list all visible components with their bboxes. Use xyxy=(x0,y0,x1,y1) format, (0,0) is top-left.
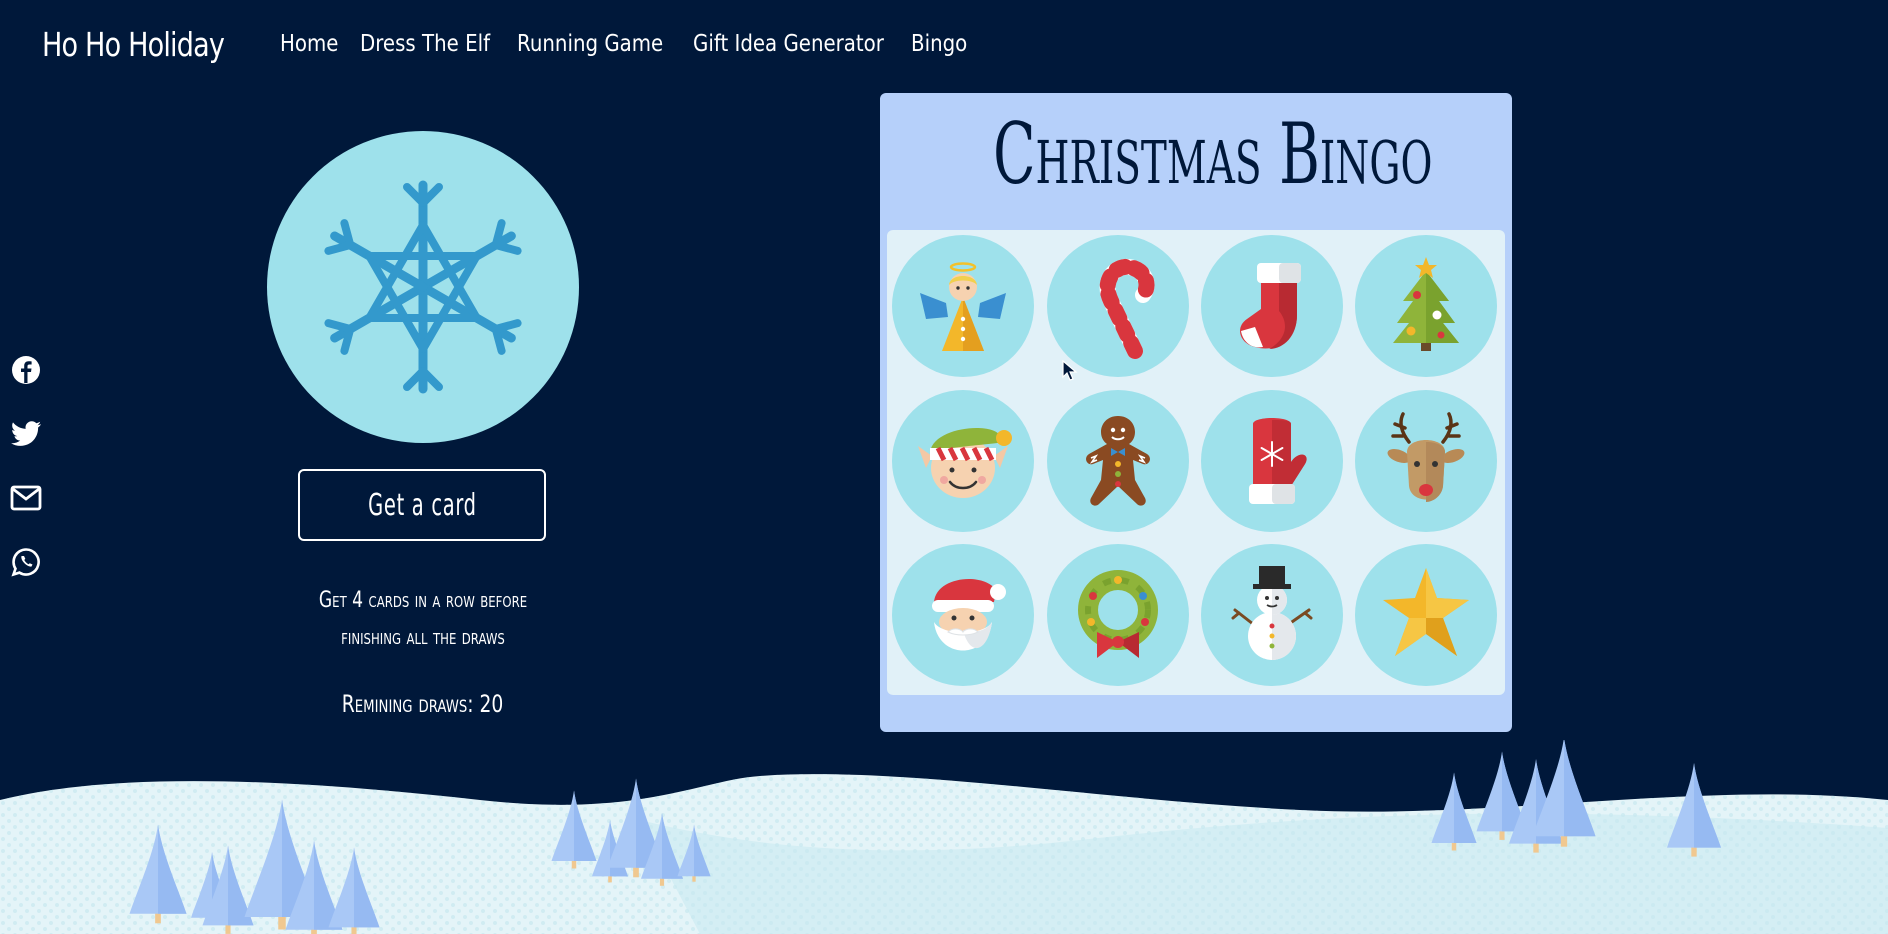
whatsapp-icon xyxy=(11,548,40,577)
nav-link-running-game[interactable]: Running Game xyxy=(517,31,663,57)
stocking-icon xyxy=(1240,263,1301,349)
nav-link-bingo[interactable]: Bingo xyxy=(911,31,967,57)
nav-link-home[interactable]: Home xyxy=(280,31,338,57)
nav-link-gift-idea-generator[interactable]: Gift Idea Generator xyxy=(693,31,884,57)
twitter-share-button[interactable] xyxy=(10,418,42,450)
twitter-icon xyxy=(11,421,42,446)
nav-link-dress-the-elf[interactable]: Dress The Elf xyxy=(360,31,490,57)
bingo-cell-star[interactable] xyxy=(1355,544,1497,686)
snowflake-icon xyxy=(313,177,533,397)
wreath-icon xyxy=(1078,570,1158,658)
bingo-grid xyxy=(887,230,1505,695)
nav-links: Home Dress The Elf Running Game Gift Ide… xyxy=(256,31,973,57)
social-share-bar xyxy=(10,354,42,610)
bingo-cell-gingerbread[interactable] xyxy=(1047,390,1189,532)
snowy-landscape xyxy=(0,740,1888,934)
mouse-cursor-icon xyxy=(1062,360,1078,381)
star-icon xyxy=(1383,568,1469,656)
facebook-share-button[interactable] xyxy=(10,354,42,386)
bingo-cell-reindeer[interactable] xyxy=(1355,390,1497,532)
get-a-card-label: Get a card xyxy=(367,487,477,523)
reindeer-icon xyxy=(1387,412,1465,502)
gingerbread-man-icon xyxy=(1086,416,1150,506)
candy-cane-icon xyxy=(1099,258,1155,359)
bingo-board: Christmas Bingo xyxy=(880,93,1512,732)
christmas-tree-icon xyxy=(1393,257,1459,351)
bingo-cell-elf[interactable] xyxy=(892,390,1034,532)
bingo-cell-stocking[interactable] xyxy=(1201,235,1343,377)
remaining-draws: Remining draws: 20 xyxy=(342,690,504,718)
bingo-title: Christmas Bingo xyxy=(993,105,1433,203)
bingo-cell-snowman[interactable] xyxy=(1201,544,1343,686)
drawn-card xyxy=(267,131,579,443)
snowman-icon xyxy=(1231,566,1313,660)
brand-logo[interactable]: Ho Ho Holiday xyxy=(42,25,225,64)
get-a-card-button[interactable]: Get a card xyxy=(298,469,546,541)
mitten-icon xyxy=(1249,418,1307,504)
bingo-cell-christmas-tree[interactable] xyxy=(1355,235,1497,377)
santa-icon xyxy=(932,578,1006,651)
angel-icon xyxy=(920,262,1006,351)
whatsapp-share-button[interactable] xyxy=(10,546,42,578)
bingo-cell-mitten[interactable] xyxy=(1201,390,1343,532)
game-instructions: Get 4 cards in a row before finishing al… xyxy=(318,588,528,650)
top-nav: Ho Ho Holiday Home Dress The Elf Running… xyxy=(42,14,973,74)
email-share-button[interactable] xyxy=(10,482,42,514)
elf-icon xyxy=(918,428,1012,498)
bingo-cell-wreath[interactable] xyxy=(1047,544,1189,686)
bingo-cell-candy-cane[interactable] xyxy=(1047,235,1189,377)
bingo-cell-santa[interactable] xyxy=(892,544,1034,686)
facebook-icon xyxy=(12,356,40,384)
email-icon xyxy=(10,485,42,511)
bingo-cell-angel[interactable] xyxy=(892,235,1034,377)
